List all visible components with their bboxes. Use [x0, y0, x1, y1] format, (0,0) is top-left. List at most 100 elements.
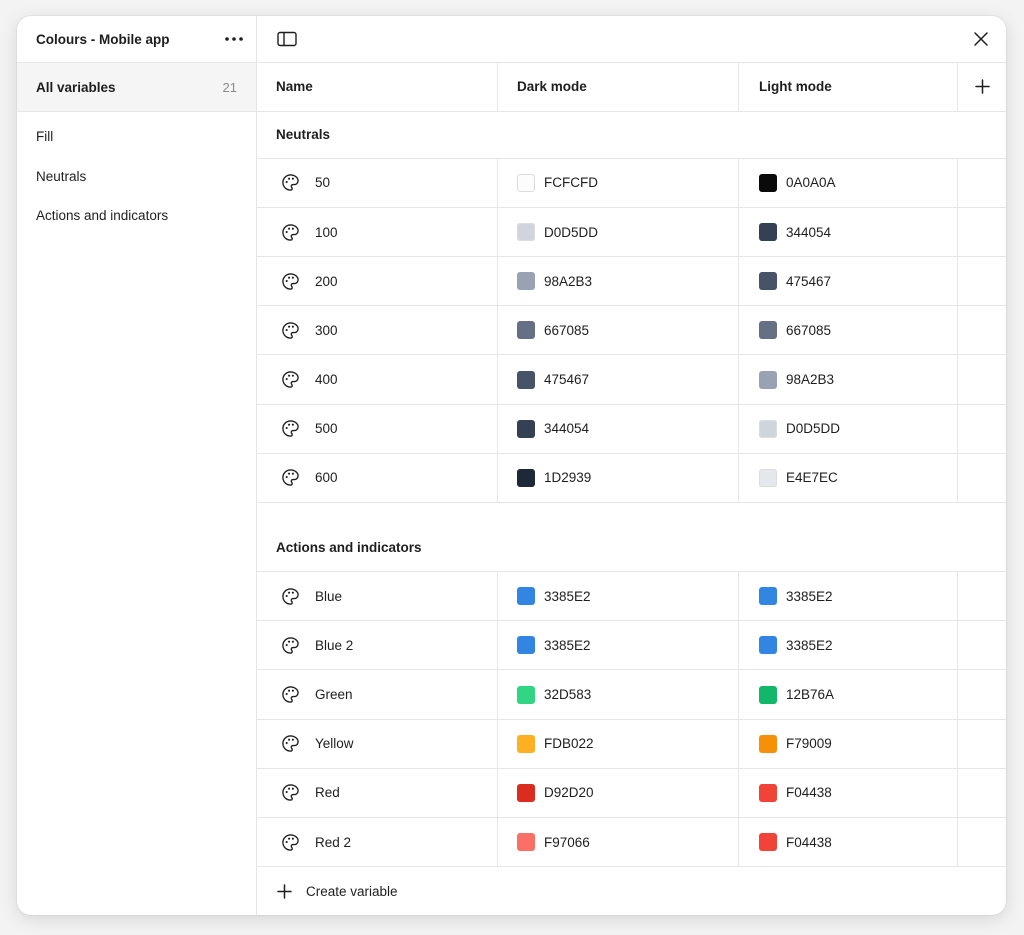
variable-name-cell[interactable]: 300: [257, 306, 498, 355]
table-row[interactable]: 400 475467 98A2B3: [257, 355, 1006, 405]
column-header-dark[interactable]: Dark mode: [498, 62, 739, 111]
light-mode-value-cell[interactable]: D0D5DD: [739, 404, 958, 453]
color-swatch: [517, 223, 535, 241]
table-row[interactable]: 300 667085 667085: [257, 306, 1006, 356]
color-swatch: [517, 783, 535, 802]
dark-mode-hex: 1D2939: [544, 470, 592, 486]
light-mode-hex: F04438: [786, 785, 832, 801]
dark-mode-value-cell[interactable]: 667085: [498, 306, 739, 355]
variable-name-cell[interactable]: Red: [257, 768, 498, 817]
create-variable-button[interactable]: Create variable: [257, 867, 1006, 915]
group-item-neutrals[interactable]: Neutrals: [17, 157, 256, 197]
dark-mode-value-cell[interactable]: FCFCFD: [498, 158, 739, 207]
color-swatch: [517, 587, 535, 606]
all-variables-item[interactable]: All variables 21: [17, 63, 256, 112]
light-mode-hex: 667085: [786, 322, 832, 338]
variable-name-cell[interactable]: 200: [257, 257, 498, 306]
light-mode-value-cell[interactable]: 475467: [739, 257, 958, 306]
palette-icon: [282, 174, 299, 192]
light-mode-value-cell[interactable]: 3385E2: [739, 621, 958, 670]
variable-name-cell[interactable]: 50: [257, 158, 498, 207]
table-header: Name Dark mode Light mode: [257, 62, 1006, 112]
variable-name-cell[interactable]: Blue 2: [257, 621, 498, 670]
color-swatch: [759, 173, 777, 192]
table-row[interactable]: 500 344054 D0D5DD: [257, 404, 1006, 454]
light-mode-value-cell[interactable]: 12B76A: [739, 670, 958, 719]
variable-name-cell[interactable]: Red 2: [257, 817, 498, 867]
column-header-light[interactable]: Light mode: [739, 62, 958, 111]
variable-name-cell[interactable]: Green: [257, 670, 498, 719]
dark-mode-value-cell[interactable]: 344054: [498, 404, 739, 453]
table-row[interactable]: Yellow FDB022 F79009: [257, 719, 1006, 769]
color-swatch: [759, 734, 777, 753]
dark-mode-value-cell[interactable]: 3385E2: [498, 621, 739, 670]
light-mode-value-cell[interactable]: F04438: [739, 817, 958, 867]
light-mode-value-cell[interactable]: E4E7EC: [739, 453, 958, 503]
color-swatch: [517, 419, 535, 438]
light-mode-value-cell[interactable]: 98A2B3: [739, 355, 958, 404]
light-mode-value-cell[interactable]: 0A0A0A: [739, 158, 958, 207]
variable-name-cell[interactable]: Blue: [257, 572, 498, 621]
dark-mode-value-cell[interactable]: FDB022: [498, 719, 739, 768]
color-swatch: [759, 833, 777, 852]
light-mode-value-cell[interactable]: 667085: [739, 306, 958, 355]
dark-mode-value-cell[interactable]: 1D2939: [498, 453, 739, 503]
variable-name: 600: [315, 470, 338, 486]
dark-mode-hex: FDB022: [544, 736, 594, 752]
light-mode-hex: F04438: [786, 834, 832, 850]
light-mode-value-cell[interactable]: F04438: [739, 768, 958, 817]
table-row[interactable]: Red D92D20 F04438: [257, 768, 1006, 818]
color-swatch: [517, 685, 535, 704]
main-content: Name Dark mode Light mode Neutrals 50 FCFC…: [257, 16, 1006, 915]
color-swatch: [517, 272, 535, 291]
dark-mode-value-cell[interactable]: F97066: [498, 817, 739, 867]
add-mode-button[interactable]: [958, 63, 1006, 111]
dark-mode-value-cell[interactable]: 3385E2: [498, 572, 739, 621]
column-header-name[interactable]: Name: [257, 62, 498, 111]
table-row[interactable]: 50 FCFCFD 0A0A0A: [257, 158, 1006, 208]
table-row[interactable]: Blue 2 3385E2 3385E2: [257, 621, 1006, 671]
more-options-button[interactable]: [222, 27, 246, 51]
variable-name-cell[interactable]: 100: [257, 207, 498, 257]
color-swatch: [759, 370, 777, 389]
empty-cell: [958, 670, 1006, 718]
dark-mode-value-cell[interactable]: 475467: [498, 355, 739, 404]
sidebar-toggle-button[interactable]: [276, 28, 298, 50]
table-row[interactable]: Blue 3385E2 3385E2: [257, 572, 1006, 622]
variable-name-cell[interactable]: 500: [257, 404, 498, 453]
palette-icon: [282, 587, 299, 605]
palette-icon: [282, 784, 299, 802]
column-header-light-label: Light mode: [759, 79, 832, 95]
group-item-fill[interactable]: Fill: [17, 117, 256, 157]
light-mode-value-cell[interactable]: 3385E2: [739, 572, 958, 621]
variable-name: Yellow: [315, 736, 354, 752]
variable-name-cell[interactable]: Yellow: [257, 719, 498, 768]
table-row[interactable]: 100 D0D5DD 344054: [257, 207, 1006, 258]
dark-mode-hex: F97066: [544, 834, 590, 850]
light-mode-value-cell[interactable]: 344054: [739, 207, 958, 257]
table-row[interactable]: Red 2 F97066 F04438: [257, 817, 1006, 868]
palette-icon: [282, 735, 299, 752]
empty-cell: [958, 769, 1006, 817]
light-mode-value-cell[interactable]: F79009: [739, 719, 958, 768]
dark-mode-value-cell[interactable]: 32D583: [498, 670, 739, 719]
table-row[interactable]: 200 98A2B3 475467: [257, 257, 1006, 307]
variable-name-cell[interactable]: 400: [257, 355, 498, 404]
create-variable-label: Create variable: [306, 883, 398, 899]
variable-name-cell[interactable]: 600: [257, 453, 498, 503]
variable-name: Blue 2: [315, 637, 354, 653]
main-header: [257, 16, 1006, 63]
group-item-actions-and-indicators[interactable]: Actions and indicators: [17, 196, 256, 236]
dark-mode-value-cell[interactable]: D92D20: [498, 768, 739, 817]
table-row[interactable]: 600 1D2939 E4E7EC: [257, 453, 1006, 504]
sidebar: Colours - Mobile app All variables 21 Fi…: [17, 16, 257, 915]
table-row[interactable]: Green 32D583 12B76A: [257, 670, 1006, 720]
dark-mode-value-cell[interactable]: D0D5DD: [498, 207, 739, 257]
color-swatch: [759, 783, 777, 802]
section-header: Neutrals: [257, 112, 1006, 159]
column-header-dark-label: Dark mode: [517, 79, 587, 95]
color-swatch: [517, 468, 535, 487]
dark-mode-value-cell[interactable]: 98A2B3: [498, 257, 739, 306]
close-button[interactable]: [970, 28, 992, 50]
color-swatch: [517, 321, 535, 340]
